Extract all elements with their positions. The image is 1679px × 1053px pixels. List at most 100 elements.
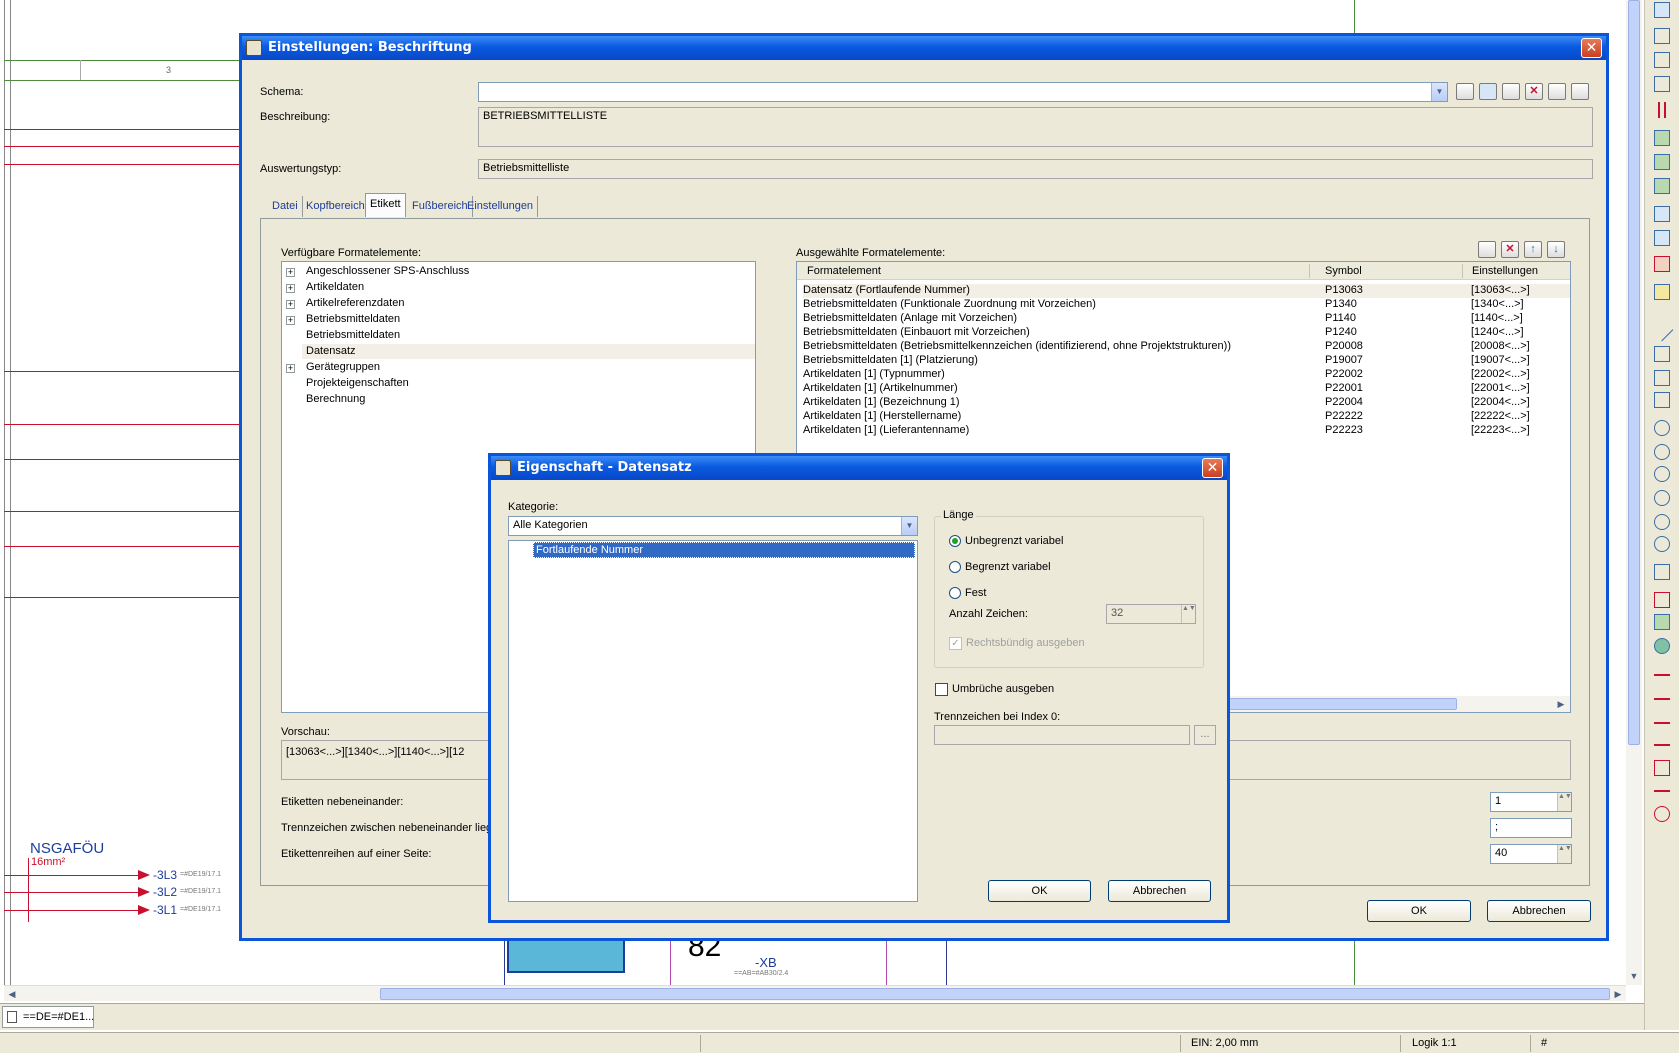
tool-icon[interactable] (1654, 514, 1670, 530)
table-row[interactable]: Artikeldaten [1] (Herstellername) P22222 [… (803, 410, 1570, 424)
tool-icon[interactable] (1654, 256, 1670, 272)
table-row[interactable]: Artikeldaten [1] (Lieferantenname) P22223… (803, 424, 1570, 438)
table-row[interactable]: Artikeldaten [1] (Typnummer) P22002 [22002… (803, 368, 1570, 382)
save-schema-icon[interactable] (1479, 83, 1497, 100)
tool-icon[interactable] (1654, 284, 1670, 300)
export-schema-icon[interactable] (1571, 83, 1589, 100)
move-down-icon[interactable]: ↓ (1547, 241, 1565, 258)
tool-icon[interactable] (1654, 230, 1670, 246)
tool-icon[interactable] (1654, 564, 1670, 580)
remove-icon[interactable]: ✕ (1501, 241, 1519, 258)
tab-etikett[interactable]: Etikett (365, 193, 406, 217)
expand-icon[interactable]: + (286, 300, 295, 309)
chevron-down-icon[interactable]: ▼ (901, 517, 917, 535)
etiketten-nebeneinander-field[interactable]: 1 ▲▼ (1490, 792, 1572, 812)
copy-schema-icon[interactable] (1502, 83, 1520, 100)
tool-icon[interactable] (1654, 592, 1670, 608)
tool-icon[interactable] (1654, 130, 1670, 146)
property-cancel-button[interactable]: Abbrechen (1108, 880, 1211, 902)
tool-icon[interactable] (1654, 638, 1670, 654)
tool-icon[interactable] (1654, 536, 1670, 552)
tab-einstellungen[interactable]: Einstellungen (463, 196, 539, 217)
tool-icon[interactable] (1654, 444, 1670, 460)
tree-item[interactable]: Artikeldaten (306, 281, 364, 293)
scroll-right-icon[interactable]: ▶ (1610, 986, 1626, 1002)
import-schema-icon[interactable] (1548, 83, 1566, 100)
main-dialog-titlebar[interactable]: Einstellungen: Beschriftung ✕ (242, 36, 1606, 60)
tool-icon[interactable] (1654, 420, 1670, 436)
close-icon[interactable]: ✕ (1202, 458, 1223, 478)
tool-icon[interactable] (1654, 668, 1670, 676)
expand-icon[interactable]: + (286, 268, 295, 277)
spinner-icon[interactable]: ▲▼ (1557, 845, 1571, 863)
property-ok-button[interactable]: OK (988, 880, 1091, 902)
tab-datei[interactable]: Datei (268, 196, 303, 217)
tool-icon[interactable] (1654, 806, 1670, 822)
tool-icon[interactable] (1654, 614, 1670, 630)
main-cancel-button[interactable]: Abbrechen (1487, 900, 1591, 922)
tool-icon[interactable] (1654, 76, 1670, 92)
scroll-down-icon[interactable]: ▼ (1626, 968, 1642, 984)
tree-item[interactable]: Berechnung (306, 393, 365, 405)
tool-icon[interactable] (1654, 154, 1670, 170)
kategorie-list[interactable]: Fortlaufende Nummer (508, 540, 918, 902)
radio-begrenzt[interactable] (949, 561, 961, 573)
tool-icon[interactable] (1654, 370, 1670, 386)
scroll-left-icon[interactable]: ◀ (4, 986, 20, 1002)
column-header-symbol[interactable]: Symbol (1325, 265, 1362, 277)
column-header-einstellungen[interactable]: Einstellungen (1472, 265, 1538, 277)
table-row[interactable]: Betriebsmitteldaten (Funktionale Zuordnu… (803, 298, 1570, 312)
radio-unbegrenzt[interactable] (949, 535, 961, 547)
tool-icon[interactable] (1654, 52, 1670, 68)
table-row[interactable]: Betriebsmitteldaten (Anlage mit Vorzeich… (803, 312, 1570, 326)
tree-item[interactable]: Artikelreferenzdaten (306, 297, 404, 309)
main-ok-button[interactable]: OK (1367, 900, 1471, 922)
new-schema-icon[interactable] (1456, 83, 1474, 100)
table-row[interactable]: Artikeldaten [1] (Bezeichnung 1) P22004 [2… (803, 396, 1570, 410)
tool-icon[interactable] (1654, 206, 1670, 222)
tool-icon[interactable] (1654, 2, 1670, 18)
expand-icon[interactable]: + (286, 364, 295, 373)
expand-icon[interactable]: + (286, 316, 295, 325)
vertical-scrollbar[interactable]: ▼ (1626, 0, 1642, 985)
tool-icon[interactable] (1654, 466, 1670, 482)
etikettenreihen-field[interactable]: 40 ▲▼ (1490, 844, 1572, 864)
table-row[interactable]: Artikeldaten [1] (Artikelnummer) P22001 [2… (803, 382, 1570, 396)
tree-item[interactable]: Betriebsmitteldaten (306, 313, 400, 325)
tool-icon[interactable] (1654, 692, 1670, 700)
table-row[interactable]: Datensatz (Fortlaufende Nummer) P13063 [13… (803, 284, 1570, 298)
tool-icon[interactable] (1654, 490, 1670, 506)
expand-icon[interactable]: + (286, 284, 295, 293)
vertical-scroll-thumb[interactable] (1628, 0, 1640, 745)
umbrueche-checkbox[interactable] (935, 683, 948, 696)
delete-schema-icon[interactable]: ✕ (1525, 83, 1543, 100)
tool-icon[interactable] (1654, 392, 1670, 408)
property-dialog-titlebar[interactable]: Eigenschaft - Datensatz ✕ (491, 456, 1227, 480)
edit-icon[interactable] (1478, 241, 1496, 258)
tool-icon[interactable] (1654, 346, 1670, 362)
tree-item[interactable]: Datensatz (306, 345, 356, 357)
spinner-icon[interactable]: ▲▼ (1557, 793, 1571, 811)
close-icon[interactable]: ✕ (1581, 38, 1602, 58)
tool-icon[interactable] (1654, 28, 1670, 44)
tab-kopfbereich[interactable]: Kopfbereich (302, 196, 370, 217)
radio-fest[interactable] (949, 587, 961, 599)
tool-icon[interactable] (1654, 716, 1670, 724)
move-up-icon[interactable]: ↑ (1524, 241, 1542, 258)
horizontal-scrollbar[interactable]: ◀ ▶ (4, 985, 1626, 1001)
kategorie-select[interactable]: Alle Kategorien ▼ (508, 516, 918, 536)
beschreibung-field[interactable]: BETRIEBSMITTELLISTE (478, 107, 1593, 147)
tree-item[interactable]: Angeschlossener SPS-Anschluss (306, 265, 469, 277)
column-header-formatelement[interactable]: Formatelement (807, 265, 881, 277)
tool-icon[interactable] (1654, 738, 1670, 746)
tool-icon[interactable] (1654, 178, 1670, 194)
tree-item[interactable]: Gerätegruppen (306, 361, 380, 373)
trennzeichen-field[interactable]: ; (1490, 818, 1572, 838)
schema-select[interactable]: ▼ (478, 82, 1448, 102)
tool-icon[interactable] (1654, 760, 1670, 776)
tree-item[interactable]: Betriebsmitteldaten (306, 329, 400, 341)
table-row[interactable]: Betriebsmitteldaten (Betriebsmittelkennz… (803, 340, 1570, 354)
chevron-down-icon[interactable]: ▼ (1431, 83, 1447, 101)
table-row[interactable]: Betriebsmitteldaten [1] (Platzierung) P19… (803, 354, 1570, 368)
tool-icon[interactable] (1650, 318, 1674, 342)
